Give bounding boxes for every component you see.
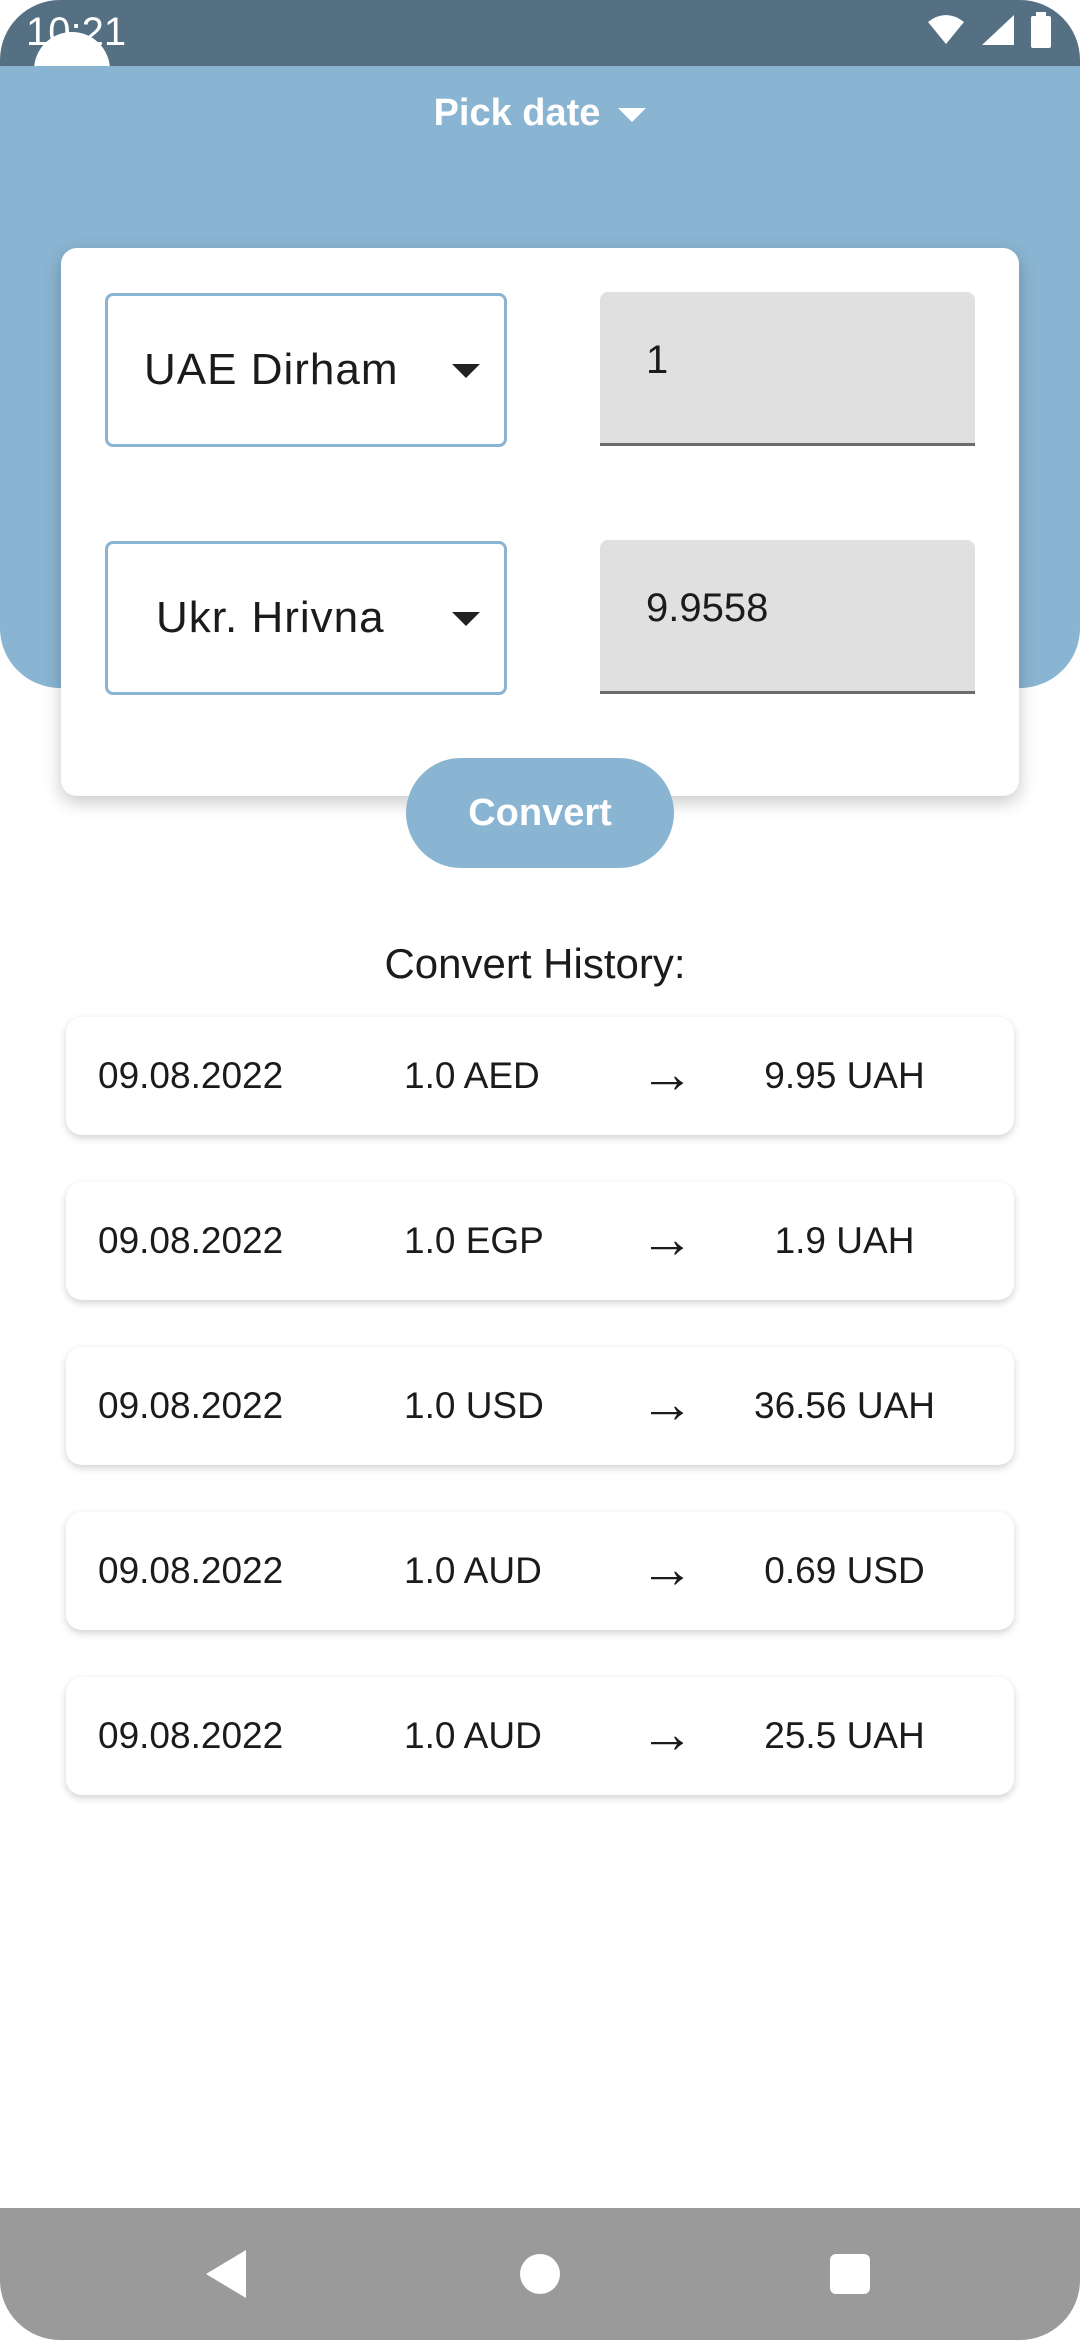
history-to: 1.9 UAH bbox=[774, 1220, 915, 1261]
history-item[interactable]: 09.08.2022 1.0 USD → 36.56 UAH bbox=[66, 1347, 1014, 1465]
history-from: 1.0 AUD bbox=[404, 1550, 542, 1591]
history-date: 09.08.2022 bbox=[98, 1385, 284, 1426]
arrow-right-icon: → bbox=[640, 1209, 694, 1269]
pick-date-label: Pick date bbox=[433, 92, 601, 134]
history-from: 1.0 AED bbox=[404, 1055, 540, 1096]
history-date: 09.08.2022 bbox=[98, 1055, 284, 1096]
history-item[interactable]: 09.08.2022 1.0 AUD → 0.69 USD bbox=[66, 1512, 1014, 1630]
dropdown-arrow-icon bbox=[452, 612, 480, 626]
history-to: 25.5 UAH bbox=[764, 1715, 925, 1756]
history-item[interactable]: 09.08.2022 1.0 EGP → 1.9 UAH bbox=[66, 1182, 1014, 1300]
recents-icon[interactable] bbox=[830, 2254, 870, 2294]
converter-card: UAE Dirham 1 Ukr. Hrivna 9.9558 bbox=[61, 248, 1019, 796]
to-currency-label: Ukr. Hrivna bbox=[156, 593, 385, 642]
arrow-right-icon: → bbox=[640, 1044, 694, 1104]
signal-icon bbox=[982, 15, 1014, 45]
status-icons bbox=[926, 12, 1052, 48]
history-to: 9.95 UAH bbox=[764, 1055, 925, 1096]
home-icon[interactable] bbox=[520, 2254, 560, 2294]
pick-date-dropdown[interactable]: Pick date bbox=[0, 92, 1080, 135]
arrow-right-icon: → bbox=[640, 1704, 694, 1764]
to-amount-field[interactable]: 9.9558 bbox=[600, 540, 975, 694]
history-date: 09.08.2022 bbox=[98, 1220, 284, 1261]
to-currency-select[interactable]: Ukr. Hrivna bbox=[105, 541, 507, 695]
history-from: 1.0 USD bbox=[404, 1385, 544, 1426]
from-amount-input[interactable]: 1 bbox=[600, 292, 975, 446]
history-from: 1.0 EGP bbox=[404, 1220, 544, 1261]
history-to: 0.69 USD bbox=[764, 1550, 925, 1591]
from-currency-select[interactable]: UAE Dirham bbox=[105, 293, 507, 447]
history-to: 36.56 UAH bbox=[754, 1385, 935, 1426]
convert-button[interactable]: Convert bbox=[406, 758, 674, 868]
history-date: 09.08.2022 bbox=[98, 1550, 284, 1591]
history-from: 1.0 AUD bbox=[404, 1715, 542, 1756]
navigation-bar bbox=[0, 2208, 1080, 2340]
history-item[interactable]: 09.08.2022 1.0 AUD → 25.5 UAH bbox=[66, 1677, 1014, 1795]
from-currency-label: UAE Dirham bbox=[144, 345, 399, 394]
dropdown-arrow-icon bbox=[452, 364, 480, 378]
back-icon[interactable] bbox=[206, 2250, 246, 2298]
status-bar: 10:21 bbox=[0, 0, 1080, 66]
history-title: Convert History: bbox=[384, 940, 686, 987]
arrow-right-icon: → bbox=[640, 1539, 694, 1599]
chevron-down-icon bbox=[618, 107, 647, 122]
history-item[interactable]: 09.08.2022 1.0 AED → 9.95 UAH bbox=[66, 1017, 1014, 1135]
wifi-icon bbox=[928, 15, 964, 44]
battery-icon bbox=[1031, 12, 1051, 48]
history-date: 09.08.2022 bbox=[98, 1715, 284, 1756]
arrow-right-icon: → bbox=[640, 1374, 694, 1434]
